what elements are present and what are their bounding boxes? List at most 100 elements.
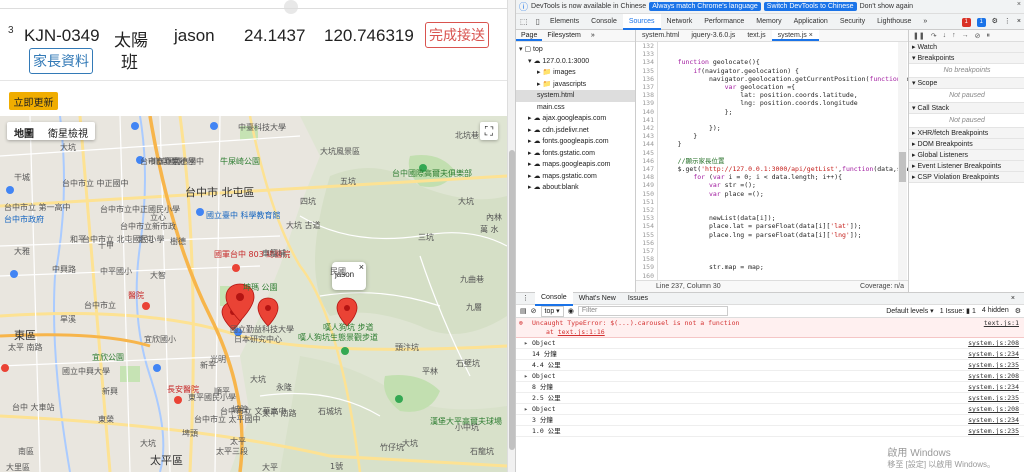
step-into-icon[interactable]: ↓ <box>943 32 947 39</box>
gear-icon[interactable]: ⚙ <box>992 14 998 30</box>
file-tree-item[interactable]: ▸ ☁ about:blank <box>516 182 635 194</box>
tab-page[interactable]: Page <box>516 30 543 41</box>
match-language-button[interactable]: Always match Chrome's language <box>649 2 761 11</box>
eye-icon[interactable]: ◉ <box>568 307 574 315</box>
editor-tab-jquery[interactable]: jquery-3.6.0.js <box>685 30 741 41</box>
console-source-link[interactable]: system.js:208 <box>968 338 1019 349</box>
editor-tab-text-js[interactable]: text.js <box>741 30 771 41</box>
console-source-link[interactable]: system.js:208 <box>968 371 1019 382</box>
tab-issues[interactable]: Issues <box>622 293 654 305</box>
tab-application[interactable]: Application <box>788 14 834 30</box>
map-type-satellite[interactable]: 衛星檢視 <box>41 122 95 140</box>
sidebar-toggle-icon[interactable]: ▤ <box>520 307 527 315</box>
expand-icon[interactable]: ▸ <box>524 404 528 415</box>
pause-on-exceptions-icon[interactable]: ⏸ <box>986 32 990 40</box>
close-icon[interactable]: × <box>1005 293 1021 305</box>
debugger-section-header[interactable]: ▸ XHR/fetch Breakpoints <box>909 128 1024 139</box>
debugger-section-header[interactable]: ▸ Global Listeners <box>909 150 1024 161</box>
debugger-section-header[interactable]: ▸ CSP Violation Breakpoints <box>909 172 1024 183</box>
map-type-control[interactable]: 地圖 衛星檢視 <box>7 122 95 140</box>
step-over-icon[interactable]: ↷ <box>931 32 937 40</box>
console-source-link[interactable]: system.js:235 <box>968 360 1019 371</box>
file-tree-item[interactable]: main.css <box>516 102 635 114</box>
close-icon[interactable]: × <box>1017 1 1021 8</box>
filter-input[interactable]: Filter <box>577 306 728 316</box>
device-toolbar-icon[interactable]: ▯ <box>532 17 544 26</box>
more-tabs-icon[interactable]: » <box>586 30 600 41</box>
stack-link[interactable]: text.js:1:16 <box>558 328 605 336</box>
kebab-menu-icon[interactable]: ⋮ <box>516 293 535 305</box>
console-source-link[interactable]: system.js:234 <box>968 382 1019 393</box>
debugger-section-header[interactable]: ▾ Call Stack <box>909 103 1024 114</box>
cursor-position: Line 237, Column 30 <box>656 283 721 290</box>
editor-tab-system-js[interactable]: system.js × <box>771 30 819 41</box>
error-counter[interactable]: 1 <box>961 14 971 30</box>
console-source-link[interactable]: system.js:234 <box>968 415 1019 426</box>
google-map[interactable] <box>0 116 507 472</box>
debugger-section-header[interactable]: ▾ Scope <box>909 78 1024 89</box>
file-tree-item[interactable]: ▸ ☁ maps.googleapis.com <box>516 159 635 171</box>
tab-security[interactable]: Security <box>834 14 871 30</box>
file-tree-item[interactable]: ▸ ☁ ajax.googleapis.com <box>516 113 635 125</box>
tab-performance[interactable]: Performance <box>698 14 750 30</box>
file-tree-item[interactable]: ▸ ☁ fonts.googleapis.com <box>516 136 635 148</box>
gear-icon[interactable]: ⚙ <box>1015 307 1021 315</box>
editor-tab-system-html[interactable]: system.html <box>636 30 685 41</box>
tab-console[interactable]: Console <box>585 14 623 30</box>
tab-sources[interactable]: Sources <box>622 13 661 30</box>
issue-badge: 1 <box>976 18 986 27</box>
file-tree-item[interactable]: ▸ ☁ maps.gstatic.com <box>516 171 635 183</box>
fullscreen-icon[interactable]: ⛶ <box>480 122 498 140</box>
log-levels-dropdown[interactable]: Default levels ▾ <box>886 307 933 315</box>
debugger-section-header[interactable]: ▸ Event Listener Breakpoints <box>909 161 1024 172</box>
file-tree-item[interactable]: system.html <box>516 90 635 102</box>
debugger-section-header[interactable]: ▾ Breakpoints <box>909 53 1024 64</box>
deactivate-breakpoints-icon[interactable]: ⊘ <box>975 32 981 40</box>
close-icon[interactable]: × <box>359 262 364 272</box>
kebab-menu-icon[interactable]: ⋮ <box>1004 14 1011 30</box>
tab-elements[interactable]: Elements <box>544 14 585 30</box>
tab-filesystem[interactable]: Filesystem <box>542 30 585 41</box>
expand-icon[interactable]: ▸ <box>524 371 528 382</box>
debugger-section-header[interactable]: ▸ Watch <box>909 42 1024 53</box>
step-icon[interactable]: → <box>962 32 969 39</box>
close-icon[interactable]: × <box>1017 14 1021 30</box>
tab-console-drawer[interactable]: Console <box>535 291 573 306</box>
code-view[interactable]: 132 133 134 135 136 137 138 139 140 141 142 143 144 1… <box>636 42 908 280</box>
issues-counter[interactable]: 1 Issue: ▮ 1 <box>940 307 976 315</box>
switch-chinese-button[interactable]: Switch DevTools to Chinese <box>763 2 857 11</box>
expand-icon[interactable]: ▸ <box>524 338 528 349</box>
console-source-link[interactable]: system.js:234 <box>968 349 1019 360</box>
error-source-link[interactable]: text.js:1 <box>984 319 1019 328</box>
more-tabs-icon[interactable]: » <box>917 14 933 30</box>
console-source-link[interactable]: system.js:235 <box>968 393 1019 404</box>
editor-scrollbar[interactable] <box>898 42 907 280</box>
file-tree-item[interactable]: ▸ 📁 javascripts <box>516 79 635 91</box>
console-source-link[interactable]: system.js:208 <box>968 404 1019 415</box>
tab-network[interactable]: Network <box>661 14 699 30</box>
step-out-icon[interactable]: ↑ <box>952 32 956 39</box>
pause-icon[interactable]: ❚❚ <box>913 32 925 40</box>
debugger-section-header[interactable]: ▸ DOM Breakpoints <box>909 139 1024 150</box>
map-type-map[interactable]: 地圖 <box>7 122 41 140</box>
parent-info-button[interactable]: 家長資料 <box>29 48 93 74</box>
issue-counter[interactable]: 1 <box>976 14 986 30</box>
tab-whats-new[interactable]: What's New <box>573 293 622 305</box>
console-source-link[interactable]: system.js:235 <box>968 426 1019 437</box>
clear-console-icon[interactable]: ⊘ <box>531 307 537 315</box>
update-now-button[interactable]: 立即更新 <box>9 92 58 110</box>
file-tree-item[interactable]: ▸ ☁ cdn.jsdelivr.net <box>516 125 635 137</box>
file-tree-item[interactable]: ▾ ▢ top <box>516 44 635 56</box>
page-scrollbar[interactable] <box>507 0 515 472</box>
file-tree-item[interactable]: ▸ ☁ fonts.gstatic.com <box>516 148 635 160</box>
tab-memory[interactable]: Memory <box>750 14 787 30</box>
dont-show-again-button[interactable]: Don't show again <box>860 3 913 10</box>
file-tree-item[interactable]: ▸ 📁 images <box>516 67 635 79</box>
file-tree-item[interactable]: ▾ ☁ 127.0.0.1:3000 <box>516 56 635 68</box>
source-code[interactable]: function geolocate(){ if(navigator.geolo… <box>662 42 908 280</box>
context-selector[interactable]: top ▾ <box>540 305 564 317</box>
finish-pickup-button[interactable]: 完成接送 <box>425 22 489 48</box>
inspect-icon[interactable]: ⬚ <box>516 17 532 26</box>
tab-lighthouse[interactable]: Lighthouse <box>871 14 917 30</box>
scrollbar-thumb[interactable] <box>899 152 906 182</box>
